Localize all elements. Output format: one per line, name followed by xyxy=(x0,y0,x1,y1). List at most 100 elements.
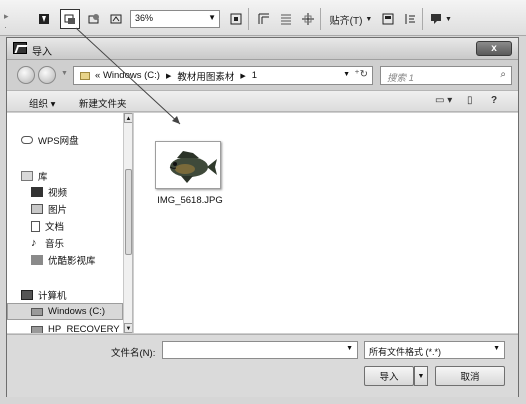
sidebar-item-label: 计算机 xyxy=(38,291,67,302)
sidebar-item-music[interactable]: ♪ 音乐 xyxy=(31,236,65,251)
sidebar-item-wps-cloud[interactable]: WPS网盘 xyxy=(21,133,79,147)
toolbar-separator xyxy=(422,8,423,30)
organize-menu[interactable]: 组织 ▾ xyxy=(29,96,55,110)
breadcrumb-current[interactable]: 1 xyxy=(252,70,257,81)
zoom-combo[interactable]: 36% ▼ xyxy=(130,10,220,28)
chevron-down-icon: ▼ xyxy=(365,15,373,23)
comment-tool-button[interactable]: ▼ xyxy=(428,9,454,29)
preview-pane-icon[interactable]: ▯ xyxy=(467,95,473,106)
chevron-down-icon: ▼ xyxy=(208,13,216,22)
sidebar-item-libraries[interactable]: 库 xyxy=(21,169,48,183)
import-tool-icon[interactable] xyxy=(60,9,80,29)
layers-tool-icon[interactable] xyxy=(276,9,296,29)
close-button[interactable]: x xyxy=(476,41,512,56)
breadcrumb-prefix[interactable]: « xyxy=(95,70,100,81)
drive-icon xyxy=(31,325,43,333)
chevron-down-icon: ▼ xyxy=(417,372,425,380)
drive-icon xyxy=(31,307,43,316)
document-icon xyxy=(31,220,40,232)
sidebar-item-documents[interactable]: 文档 xyxy=(31,219,64,233)
toolbar-separator xyxy=(248,8,249,30)
chevron-down-icon: ▼ xyxy=(445,15,452,23)
toolbar-grip-icon[interactable]: ▸ · xyxy=(4,11,10,32)
search-input[interactable]: 搜索 1 ⌕ xyxy=(380,66,512,85)
scrollbar-thumb[interactable] xyxy=(125,169,132,255)
import-options-button[interactable]: ▼ xyxy=(414,366,428,386)
sidebar-item-computer[interactable]: 计算机 xyxy=(21,288,67,302)
help-icon[interactable]: ? xyxy=(491,95,497,106)
fish-image-icon xyxy=(159,145,219,187)
breadcrumb-separator-icon[interactable]: ▶ xyxy=(166,72,171,80)
computer-icon xyxy=(21,290,33,300)
sidebar-item-label: 音乐 xyxy=(45,239,65,250)
file-type-value: 所有文件格式 (*.*) xyxy=(369,347,442,357)
close-icon: x xyxy=(491,43,497,54)
view-options-icon[interactable]: ▭ ▾ xyxy=(435,95,452,106)
file-list: IMG_5618.JPG xyxy=(134,113,518,333)
chevron-down-icon[interactable]: ▼ xyxy=(493,345,500,352)
text-tool-icon[interactable] xyxy=(34,9,54,29)
sidebar-item-videos[interactable]: 视频 xyxy=(31,185,67,199)
command-bar: 组织 ▾ 新建文件夹 ▭ ▾ ▯ ? xyxy=(7,90,518,112)
new-folder-button[interactable]: 新建文件夹 xyxy=(79,96,127,110)
scroll-up-icon[interactable]: ▲ xyxy=(124,113,132,123)
publish-tool-icon[interactable] xyxy=(106,9,126,29)
comment-icon xyxy=(431,14,442,24)
import-dialog: 导入 x ▼ « Windows (C:) ▶ 教材用图素材 ▶ 1 ▼ ⁺↻ … xyxy=(6,37,519,397)
recent-pages-icon[interactable]: ▼ xyxy=(61,70,68,77)
breadcrumb-folder[interactable]: 教材用图素材 xyxy=(177,69,234,83)
sidebar-item-label: 库 xyxy=(38,172,48,183)
chevron-down-icon[interactable]: ▼ xyxy=(346,345,353,352)
breadcrumb-drive[interactable]: Windows (C:) xyxy=(103,70,160,81)
sidebar-item-label: HP_RECOVERY xyxy=(48,324,120,333)
breadcrumb-separator-icon[interactable]: ▶ xyxy=(240,72,245,80)
address-dropdown-icon[interactable]: ▼ xyxy=(343,71,350,78)
library-icon xyxy=(21,171,33,181)
align-tool-icon[interactable] xyxy=(378,9,398,29)
refresh-icon[interactable]: ⁺↻ xyxy=(354,69,368,80)
search-icon[interactable]: ⌕ xyxy=(500,69,506,80)
cloud-icon xyxy=(21,136,33,144)
dialog-title: 导入 xyxy=(32,47,52,58)
cancel-button-label: 取消 xyxy=(460,372,480,383)
address-row: ▼ « Windows (C:) ▶ 教材用图素材 ▶ 1 ▼ ⁺↻ 搜索 1 … xyxy=(7,60,518,90)
snap-to-button[interactable]: 贴齐(T) ▼ xyxy=(326,9,376,29)
nav-scrollbar[interactable]: ▲ ▼ xyxy=(123,113,132,333)
export-tool-icon[interactable] xyxy=(84,9,104,29)
sidebar-item-pictures[interactable]: 图片 xyxy=(31,202,67,216)
address-bar[interactable]: « Windows (C:) ▶ 教材用图素材 ▶ 1 ▼ ⁺↻ xyxy=(73,66,373,85)
video-library-icon xyxy=(31,255,43,265)
import-button[interactable]: 导入 xyxy=(364,366,414,386)
filename-label: 文件名(N): xyxy=(111,348,156,359)
distribute-tool-icon[interactable] xyxy=(400,9,420,29)
music-icon: ♪ xyxy=(31,237,37,249)
sidebar-item-youku-library[interactable]: 优酷影视库 xyxy=(31,253,96,267)
snap-tool-icon[interactable] xyxy=(298,9,318,29)
scroll-down-icon[interactable]: ▼ xyxy=(124,323,132,333)
search-placeholder: 搜索 1 xyxy=(387,73,414,84)
cancel-button[interactable]: 取消 xyxy=(435,366,505,386)
import-button-label: 导入 xyxy=(379,372,399,383)
dialog-footer: 文件名(N): ▼ 所有文件格式 (*.*) ▼ 导入 ▼ 取消 xyxy=(7,334,518,397)
file-name: IMG_5618.JPG xyxy=(157,195,223,206)
zoom-value: 36% xyxy=(135,13,154,23)
full-screen-icon[interactable] xyxy=(226,9,246,29)
sidebar-item-label: 视频 xyxy=(48,188,68,199)
filename-field[interactable]: ▼ xyxy=(162,341,358,359)
sidebar-item-label: 优酷影视库 xyxy=(48,256,96,267)
file-type-select[interactable]: 所有文件格式 (*.*) ▼ xyxy=(364,341,505,359)
back-button[interactable] xyxy=(17,66,35,84)
navigation-pane: WPS网盘 库 视频 图片 文档 ♪ 音乐 优酷影视库 计算机 Windows … xyxy=(7,113,133,333)
sidebar-item-label: WPS网盘 xyxy=(38,136,79,147)
toolbar-separator xyxy=(320,8,321,30)
app-toolbar: ▸ · 36% ▼ 贴齐(T) ▼ ▼ xyxy=(0,0,526,36)
file-thumbnail[interactable] xyxy=(155,141,221,189)
dialog-titlebar[interactable]: 导入 x xyxy=(7,38,518,60)
folder-icon xyxy=(80,71,90,80)
forward-button[interactable] xyxy=(38,66,56,84)
sidebar-item-label: 图片 xyxy=(48,205,68,216)
picture-icon xyxy=(31,204,43,214)
sidebar-item-windows-c[interactable]: Windows (C:) xyxy=(31,306,105,317)
sidebar-item-hp-recovery[interactable]: HP_RECOVERY xyxy=(31,324,120,333)
frame-tool-icon[interactable] xyxy=(254,9,274,29)
